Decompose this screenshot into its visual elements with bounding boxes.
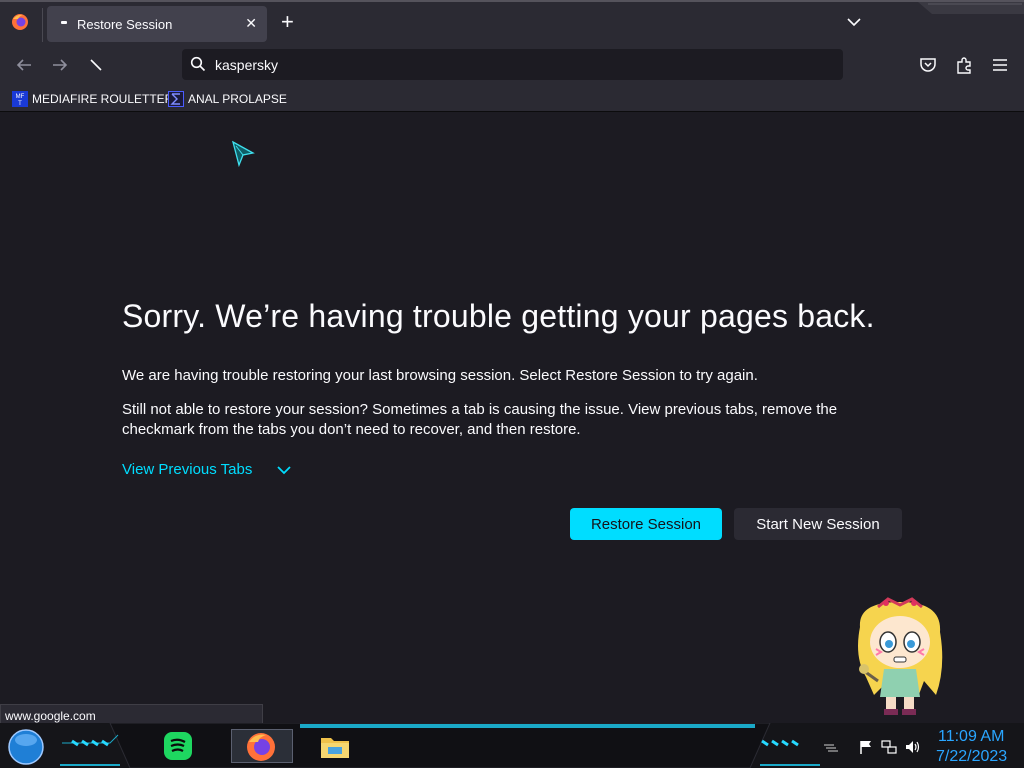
session-restore-page: Sorry. We’re having trouble getting your…	[0, 113, 1024, 723]
firefox-menu-icon[interactable]	[10, 12, 30, 32]
address-input[interactable]	[215, 53, 815, 76]
restore-session-label: Restore Session	[590, 515, 702, 533]
extensions-icon[interactable]	[953, 54, 975, 76]
chevron-down-icon	[277, 465, 291, 474]
clock-date[interactable]: 7/22/2023	[936, 748, 1007, 766]
reload-stop-icon[interactable]	[85, 54, 107, 76]
taskbar: 11:09 AM 7/22/2023	[0, 723, 1024, 768]
taskbar-spotify[interactable]	[161, 729, 195, 763]
search-icon	[190, 56, 206, 72]
address-bar[interactable]	[182, 49, 843, 80]
troubleshoot-description: Still not able to restore your session? …	[122, 401, 838, 438]
desktop-mascot-image	[858, 597, 943, 715]
tab-separator	[42, 8, 43, 42]
tab-title: Restore Session	[77, 17, 173, 32]
error-description: We are having trouble restoring your las…	[122, 367, 758, 384]
mediafire-icon: MF T	[12, 91, 28, 107]
tab-restore-session[interactable]: Restore Session ✕	[47, 6, 267, 42]
svg-text:T: T	[18, 101, 22, 107]
bookmarks-toolbar: MF T MEDIAFIRE ROULETTER ANAL PROLAPSE	[0, 86, 1024, 112]
svg-text:MF: MF	[16, 94, 25, 100]
bookmark-anal-prolapse[interactable]: ANAL PROLAPSE	[168, 90, 287, 108]
tab-close-icon[interactable]: ✕	[245, 15, 257, 32]
new-tab-button[interactable]: +	[281, 11, 294, 33]
action-center-flag-icon[interactable]	[858, 739, 874, 755]
bookmark-label: ANAL PROLAPSE	[188, 92, 287, 106]
taskbar-firefox[interactable]	[231, 729, 293, 763]
back-arrow-icon[interactable]	[13, 54, 35, 76]
clock-time[interactable]: 11:09 AM	[938, 728, 1004, 746]
tab-strip: Restore Session ✕ +	[0, 0, 1024, 44]
volume-icon[interactable]	[904, 739, 920, 755]
pocket-icon[interactable]	[917, 54, 939, 76]
list-all-tabs-chevron-icon[interactable]	[846, 14, 862, 30]
sigma-icon	[168, 91, 184, 107]
bookmark-mediafire-rouletter[interactable]: MF T MEDIAFIRE ROULETTER	[12, 90, 173, 108]
status-url: www.google.com	[5, 709, 96, 723]
window-frame-decoration	[918, 2, 1024, 14]
restore-session-button[interactable]: Restore Session	[570, 508, 722, 540]
start-button-orb[interactable]	[6, 727, 46, 767]
spotify-icon	[164, 732, 192, 760]
view-previous-tabs-label: View Previous Tabs	[122, 461, 253, 478]
forward-arrow-icon[interactable]	[49, 54, 71, 76]
show-hidden-icons-icon[interactable]	[822, 739, 838, 755]
hamburger-menu-icon[interactable]	[989, 54, 1011, 76]
network-icon[interactable]	[881, 739, 897, 755]
mouse-cursor-icon	[231, 140, 255, 168]
page-title: Sorry. We’re having trouble getting your…	[122, 298, 875, 334]
start-new-session-button[interactable]: Start New Session	[734, 508, 902, 540]
tab-favicon-icon	[61, 21, 67, 24]
folder-icon	[321, 738, 349, 758]
navigation-toolbar	[0, 44, 1024, 86]
taskbar-file-explorer[interactable]	[318, 729, 352, 763]
bookmark-label: MEDIAFIRE ROULETTER	[32, 92, 174, 106]
view-previous-tabs-toggle[interactable]: View Previous Tabs	[122, 461, 292, 478]
firefox-icon	[247, 733, 275, 761]
start-new-session-label: Start New Session	[756, 515, 880, 533]
